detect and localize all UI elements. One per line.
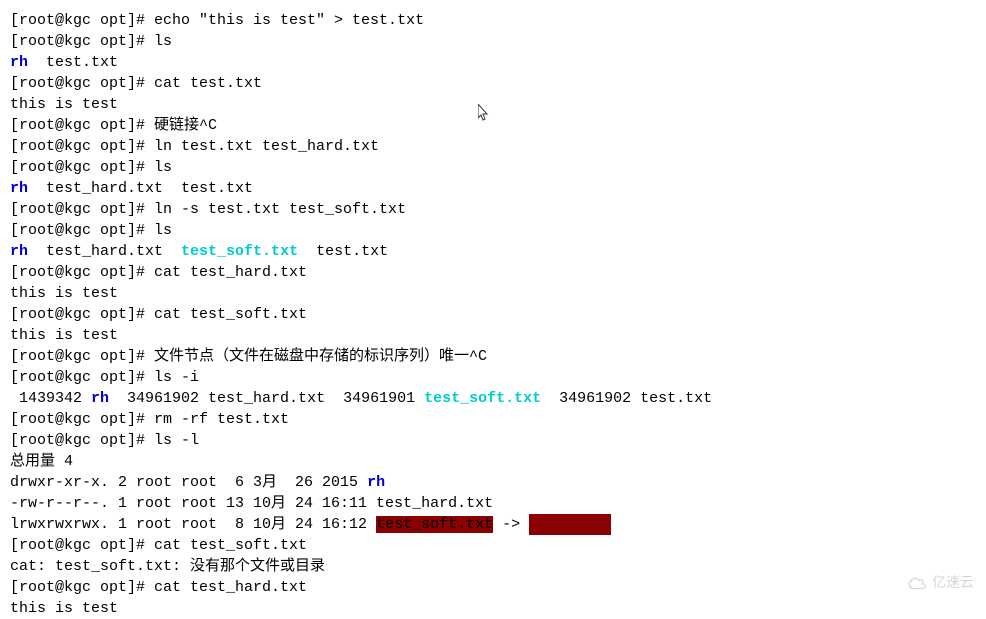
terminal-text-segment: test.txt [28, 54, 118, 71]
terminal-text-segment: -rw-r--r--. 1 root root 13 10月 24 16:11 … [10, 495, 493, 512]
terminal-line: this is test [10, 283, 976, 304]
terminal-text-segment: 1439342 [10, 390, 91, 407]
terminal-line: [root@kgc opt]# echo "this is test" > te… [10, 10, 976, 31]
terminal-text-segment: [root@kgc opt]# 文件节点（文件在磁盘中存储的标识序列）唯一^C [10, 348, 487, 365]
terminal-line: [root@kgc opt]# ls [10, 157, 976, 178]
terminal-line: [root@kgc opt]# 文件节点（文件在磁盘中存储的标识序列）唯一^C [10, 346, 976, 367]
watermark-logo: 亿速云 [906, 573, 974, 593]
terminal-text-segment: -> [493, 516, 529, 533]
terminal-text-segment: rh [91, 390, 109, 407]
terminal-text-segment: [root@kgc opt]# 硬链接^C [10, 117, 217, 134]
terminal-text-segment: [root@kgc opt]# cat test_hard.txt [10, 264, 307, 281]
terminal-output[interactable]: [root@kgc opt]# echo "this is test" > te… [10, 10, 976, 619]
terminal-line: [root@kgc opt]# ln -s test.txt test_soft… [10, 199, 976, 220]
terminal-line: drwxr-xr-x. 2 root root 6 3月 26 2015 rh [10, 472, 976, 493]
terminal-text-segment [529, 514, 611, 535]
terminal-text-segment: 34961902 test_hard.txt 34961901 [109, 390, 424, 407]
terminal-text-segment: test_soft.txt [424, 390, 541, 407]
terminal-line: this is test [10, 325, 976, 346]
terminal-line: [root@kgc opt]# cat test_hard.txt [10, 577, 976, 598]
terminal-text-segment: [root@kgc opt]# ln test.txt test_hard.tx… [10, 138, 379, 155]
terminal-line: [root@kgc opt]# cat test.txt [10, 73, 976, 94]
terminal-line: [root@kgc opt]# cat test_soft.txt [10, 535, 976, 556]
mouse-cursor-icon [478, 104, 490, 130]
terminal-line: 1439342 rh 34961902 test_hard.txt 349619… [10, 388, 976, 409]
terminal-text-segment: this is test [10, 96, 118, 113]
terminal-text-segment: rh [367, 474, 385, 491]
terminal-text-segment: [root@kgc opt]# echo "this is test" > te… [10, 12, 424, 29]
terminal-line: cat: test_soft.txt: 没有那个文件或目录 [10, 556, 976, 577]
terminal-line: rh test_hard.txt test.txt [10, 178, 976, 199]
terminal-text-segment: [root@kgc opt]# cat test.txt [10, 75, 262, 92]
terminal-text-segment: drwxr-xr-x. 2 root root 6 3月 26 2015 [10, 474, 367, 491]
terminal-text-segment: 总用量 4 [10, 453, 73, 470]
terminal-text-segment: [root@kgc opt]# rm -rf test.txt [10, 411, 289, 428]
terminal-text-segment: [root@kgc opt]# ls -i [10, 369, 199, 386]
terminal-line: [root@kgc opt]# rm -rf test.txt [10, 409, 976, 430]
terminal-line: [root@kgc opt]# ls [10, 220, 976, 241]
terminal-line: [root@kgc opt]# ln test.txt test_hard.tx… [10, 136, 976, 157]
terminal-text-segment: this is test [10, 600, 118, 617]
terminal-text-segment: [root@kgc opt]# cat test_hard.txt [10, 579, 307, 596]
terminal-text-segment: [root@kgc opt]# ls [10, 222, 172, 239]
terminal-text-segment: this is test [10, 285, 118, 302]
terminal-text-segment: [root@kgc opt]# ls -l [10, 432, 199, 449]
terminal-text-segment: [root@kgc opt]# ln -s test.txt test_soft… [10, 201, 406, 218]
terminal-line: [root@kgc opt]# ls -i [10, 367, 976, 388]
terminal-text-segment: test_soft.txt [376, 516, 493, 533]
terminal-text-segment: this is test [10, 327, 118, 344]
terminal-line: lrwxrwxrwx. 1 root root 8 10月 24 16:12 t… [10, 514, 976, 535]
watermark-text: 亿速云 [932, 573, 974, 593]
terminal-text-segment: rh [10, 243, 28, 260]
terminal-text-segment: lrwxrwxrwx. 1 root root 8 10月 24 16:12 [10, 516, 376, 533]
terminal-line: [root@kgc opt]# cat test_hard.txt [10, 262, 976, 283]
terminal-line: rh test_hard.txt test_soft.txt test.txt [10, 241, 976, 262]
terminal-line: this is test [10, 598, 976, 619]
terminal-line: 总用量 4 [10, 451, 976, 472]
terminal-text-segment: rh [10, 54, 28, 71]
terminal-line: [root@kgc opt]# ls -l [10, 430, 976, 451]
terminal-text-segment: rh [10, 180, 28, 197]
terminal-text-segment: 34961902 test.txt [541, 390, 712, 407]
terminal-line: -rw-r--r--. 1 root root 13 10月 24 16:11 … [10, 493, 976, 514]
terminal-text-segment: [root@kgc opt]# ls [10, 33, 172, 50]
terminal-text-segment: cat: test_soft.txt: 没有那个文件或目录 [10, 558, 325, 575]
terminal-text-segment: test.txt [298, 243, 388, 260]
terminal-line: [root@kgc opt]# ls [10, 31, 976, 52]
terminal-text-segment: test_hard.txt test.txt [28, 180, 253, 197]
terminal-text-segment: [root@kgc opt]# cat test_soft.txt [10, 306, 307, 323]
terminal-text-segment: test_soft.txt [181, 243, 298, 260]
terminal-text-segment: [root@kgc opt]# ls [10, 159, 172, 176]
terminal-text-segment: test_hard.txt [28, 243, 181, 260]
cloud-icon [906, 575, 928, 591]
terminal-line: this is test [10, 94, 976, 115]
terminal-line: [root@kgc opt]# 硬链接^C [10, 115, 976, 136]
terminal-line: rh test.txt [10, 52, 976, 73]
terminal-line: [root@kgc opt]# cat test_soft.txt [10, 304, 976, 325]
terminal-text-segment: [root@kgc opt]# cat test_soft.txt [10, 537, 307, 554]
